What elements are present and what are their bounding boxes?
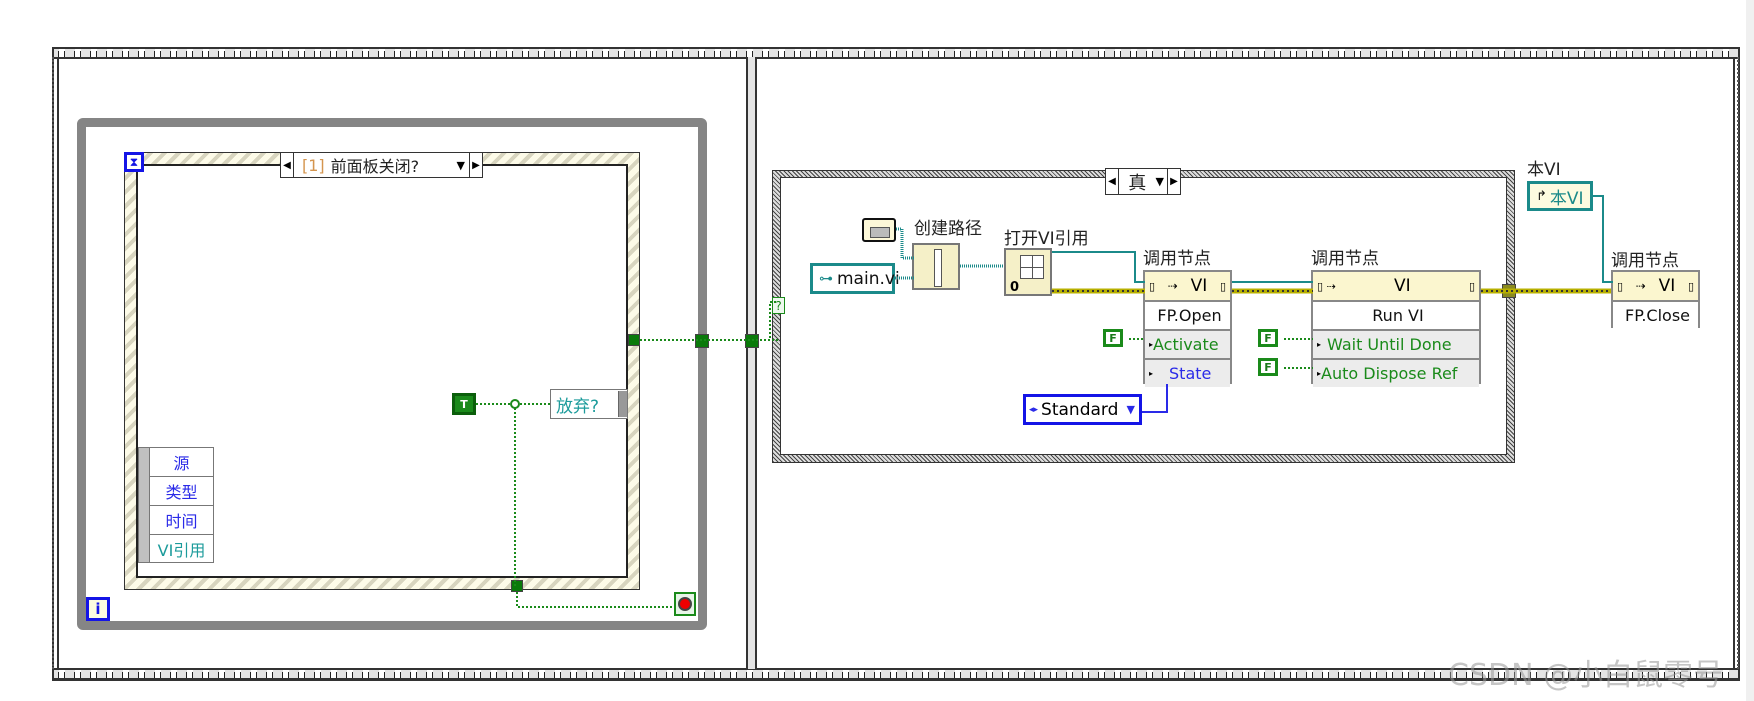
refnum-wire <box>1052 251 1145 283</box>
path-wire <box>895 264 1004 280</box>
bool-wire <box>640 301 780 341</box>
enum-wire <box>1142 384 1168 413</box>
bool-wire <box>1284 338 1313 369</box>
refnum-wire <box>1593 195 1613 283</box>
watermark: CSDN @小白鼠零号 <box>1448 658 1724 693</box>
bool-wire <box>476 403 674 608</box>
wire-junction <box>510 399 520 409</box>
wire-layer <box>476 195 1613 608</box>
path-wire <box>896 227 914 260</box>
